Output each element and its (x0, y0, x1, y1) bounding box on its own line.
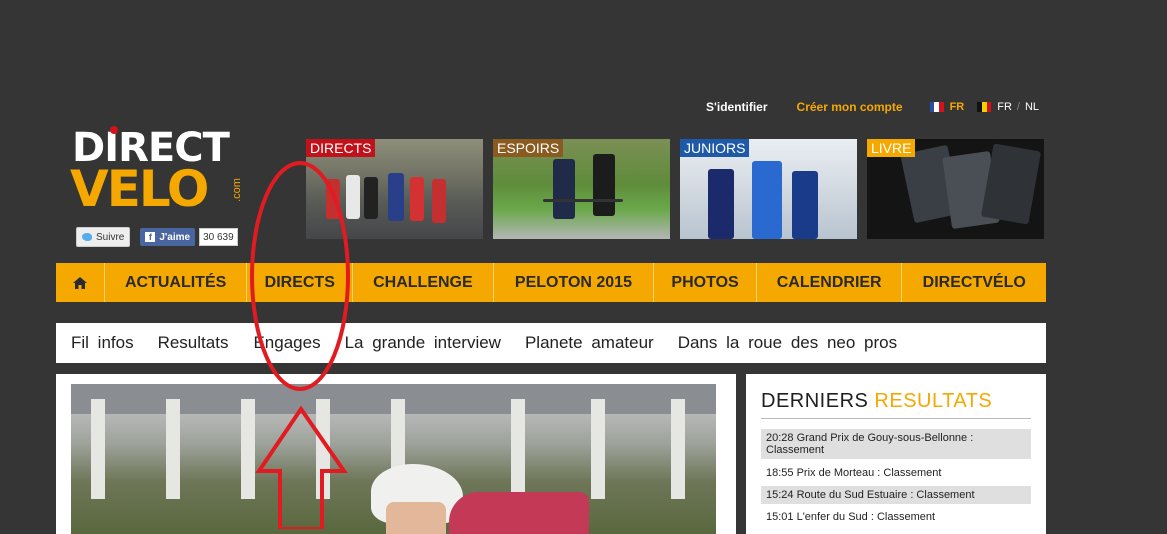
belgium-flag-icon[interactable] (977, 102, 992, 112)
nav-item-calendrier[interactable]: CALENDRIER (757, 263, 903, 302)
sub-nav: Fil infos Resultats Engages La grande in… (56, 323, 1046, 363)
latest-results-panel: DERNIERS RESULTATS 20:28 Grand Prix de G… (746, 374, 1046, 534)
tile-label-livre: LIVRE (867, 139, 916, 157)
results-heading-a: DERNIERS (761, 390, 869, 412)
facebook-like-button[interactable]: f J'aime (140, 228, 196, 246)
nav-item-actualites[interactable]: ACTUALITÉS (105, 263, 248, 302)
feature-photo[interactable] (71, 384, 716, 534)
language-switcher: FR FR / NL (929, 101, 1039, 113)
logo-dot (110, 126, 118, 134)
subnav-resultats[interactable]: Resultats (158, 333, 229, 353)
tile-label-directs: DIRECTS (306, 139, 376, 157)
logo-com: .com (230, 178, 243, 202)
login-link[interactable]: S'identifier (706, 100, 768, 114)
result-row[interactable]: 15:01 L'enfer du Sud : Classement (761, 508, 1031, 526)
signup-link[interactable]: Créer mon compte (797, 100, 903, 114)
result-row[interactable]: 15:24 Route du Sud Estuaire : Classement (761, 486, 1031, 504)
nav-item-challenge[interactable]: CHALLENGE (353, 263, 494, 302)
social-buttons: Suivre f J'aime 30 639 (76, 227, 238, 247)
results-divider (761, 418, 1031, 419)
twitter-follow-button[interactable]: Suivre (76, 227, 131, 247)
facebook-like-count: 30 639 (199, 228, 238, 246)
subnav-grande-interview[interactable]: La grande interview (345, 333, 501, 353)
nav-item-photos[interactable]: PHOTOS (654, 263, 757, 302)
twitter-bird-icon (82, 233, 92, 241)
results-heading: DERNIERS RESULTATS (761, 390, 992, 413)
nav-item-peloton-2015[interactable]: PELOTON 2015 (494, 263, 655, 302)
nav-item-directvelo[interactable]: DIRECTVÉLO (902, 263, 1046, 302)
tile-label-juniors: JUNIORS (680, 139, 750, 157)
subnav-engages[interactable]: Engages (253, 333, 320, 353)
tile-livre[interactable]: LIVRE (867, 139, 1044, 239)
top-links: S'identifier Créer mon compte FR FR / NL (706, 99, 1039, 115)
result-row[interactable]: 20:28 Grand Prix de Gouy-sous-Bellonne :… (761, 429, 1031, 459)
subnav-roue-neo-pros[interactable]: Dans la roue des neo pros (678, 333, 897, 353)
lang-separator: / (1016, 101, 1020, 113)
tile-directs[interactable]: DIRECTS (306, 139, 483, 239)
logo-line-velo: VELO (70, 160, 209, 218)
tile-label-espoirs: ESPOIRS (493, 139, 564, 157)
main-feature (56, 374, 736, 534)
subnav-planete-amateur[interactable]: Planete amateur (525, 333, 654, 353)
home-icon (72, 276, 87, 289)
subnav-fil-infos[interactable]: Fil infos (71, 333, 134, 353)
lang-fr-link[interactable]: FR (950, 101, 965, 113)
site-logo[interactable]: DIRECT VELO .com (70, 126, 245, 226)
main-nav: ACTUALITÉS DIRECTS CHALLENGE PELOTON 201… (56, 263, 1046, 302)
result-row[interactable]: 18:55 Prix de Morteau : Classement (761, 464, 1031, 482)
tile-espoirs[interactable]: ESPOIRS (493, 139, 670, 239)
france-flag-icon[interactable] (929, 102, 944, 112)
results-heading-b: RESULTATS (874, 390, 993, 412)
nav-item-directs[interactable]: DIRECTS (247, 263, 354, 302)
facebook-icon: f (145, 232, 156, 242)
tile-juniors[interactable]: JUNIORS (680, 139, 857, 239)
twitter-follow-label: Suivre (96, 231, 125, 243)
nav-home[interactable] (56, 263, 105, 302)
lang-nl-link[interactable]: NL (1025, 101, 1039, 113)
lang-be-fr-link[interactable]: FR (997, 101, 1012, 113)
facebook-like-label: J'aime (159, 231, 191, 243)
